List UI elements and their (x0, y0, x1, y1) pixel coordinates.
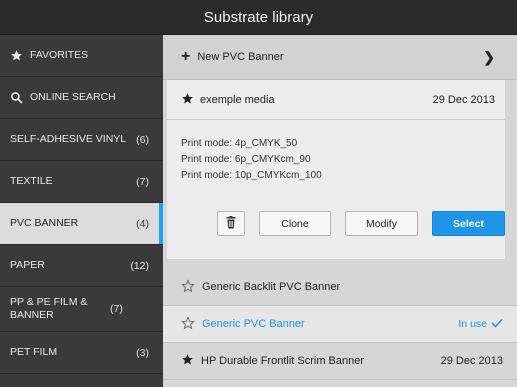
in-use-status: In use (458, 318, 503, 331)
sidebar-item-favorites[interactable]: FAVORITES (0, 35, 163, 77)
star-outline-icon[interactable] (181, 315, 195, 333)
print-mode: Print mode: 10p_CMYKcm_100 (181, 170, 322, 181)
sidebar-item-self-adhesive-vinyl[interactable]: SELF-ADHESIVE VINYL (6) (0, 119, 163, 161)
media-name: exemple media (200, 93, 275, 106)
sidebar-item-count: (6) (136, 133, 149, 146)
print-mode: Print mode: 4p_CMYK_50 (181, 138, 298, 149)
category-sidebar: FAVORITES ONLINE SEARCH SELF-ADHESIVE VI… (0, 35, 163, 387)
media-row-name: Generic Backlit PVC Banner (202, 281, 341, 293)
search-icon (10, 91, 24, 104)
sidebar-item-pp-pe-film-banner[interactable]: PP & PE FILM & BANNER (7) (0, 287, 163, 332)
sidebar-item-count: (7) (110, 303, 123, 315)
media-row-date: 29 Dec 2013 (440, 355, 503, 367)
sidebar-item-paper[interactable]: PAPER (12) (0, 245, 163, 287)
sidebar-item-pvc-banner[interactable]: PVC BANNER (4) (0, 203, 163, 245)
media-row-name: Generic PVC Banner (202, 318, 305, 330)
plus-icon: + (181, 48, 191, 65)
new-media-button[interactable]: + New PVC Banner ❯ (163, 35, 517, 80)
media-row-hp-durable-frontlit[interactable]: HP Durable Frontlit Scrim Banner 29 Dec … (163, 343, 517, 380)
star-outline-icon[interactable] (181, 278, 195, 296)
media-card-header[interactable]: exemple media 29 Dec 2013 (167, 80, 505, 120)
in-use-label: In use (458, 318, 487, 330)
sidebar-item-label: TEXTILE (10, 175, 53, 187)
sidebar-item-label: PP & PE FILM & BANNER (10, 296, 88, 321)
chevron-right-icon: ❯ (483, 48, 495, 65)
star-filled-icon[interactable] (181, 92, 194, 108)
media-row-generic-backlit[interactable]: Generic Backlit PVC Banner (163, 269, 517, 306)
new-media-label: New PVC Banner (197, 51, 284, 63)
clone-button[interactable]: Clone (259, 211, 331, 236)
sidebar-item-textile[interactable]: TEXTILE (7) (0, 161, 163, 203)
sidebar-item-count: (4) (136, 217, 149, 230)
sidebar-item-pet-film[interactable]: PET FILM (3) (0, 332, 163, 374)
print-modes-list: Print mode: 4p_CMYK_50 Print mode: 6p_CM… (167, 120, 505, 184)
sidebar-item-online-search[interactable]: ONLINE SEARCH (0, 77, 163, 119)
media-date: 29 Dec 2013 (432, 93, 495, 106)
modify-button[interactable]: Modify (345, 211, 418, 236)
sidebar-item-count: (3) (136, 346, 149, 359)
trash-icon (225, 215, 237, 232)
sidebar-item-label: PET FILM (10, 346, 58, 358)
sidebar-item-label: ONLINE SEARCH (30, 91, 116, 103)
print-mode: Print mode: 6p_CMYKcm_90 (181, 154, 311, 165)
card-actions: Clone Modify Select (217, 211, 505, 236)
window-title: Substrate library (0, 0, 517, 35)
spacer (163, 260, 517, 269)
sidebar-item-label: FAVORITES (30, 49, 89, 61)
media-list: + New PVC Banner ❯ exemple media 29 Dec … (163, 35, 517, 387)
sidebar-item-label: SELF-ADHESIVE VINYL (10, 133, 127, 145)
sidebar-item-label: PVC BANNER (10, 217, 79, 229)
media-row-name: HP Durable Frontlit Scrim Banner (201, 355, 365, 367)
star-icon (10, 49, 24, 62)
sidebar-item-count: (7) (136, 175, 149, 188)
sidebar-item-count: (12) (130, 259, 149, 272)
star-filled-icon[interactable] (181, 353, 194, 369)
media-row-generic-pvc[interactable]: Generic PVC Banner In use (163, 306, 517, 343)
select-button[interactable]: Select (432, 211, 505, 236)
media-detail-card: exemple media 29 Dec 2013 Print mode: 4p… (167, 80, 505, 260)
sidebar-item-label: PAPER (10, 259, 45, 271)
delete-button[interactable] (217, 211, 245, 236)
checkmark-icon (491, 318, 503, 331)
